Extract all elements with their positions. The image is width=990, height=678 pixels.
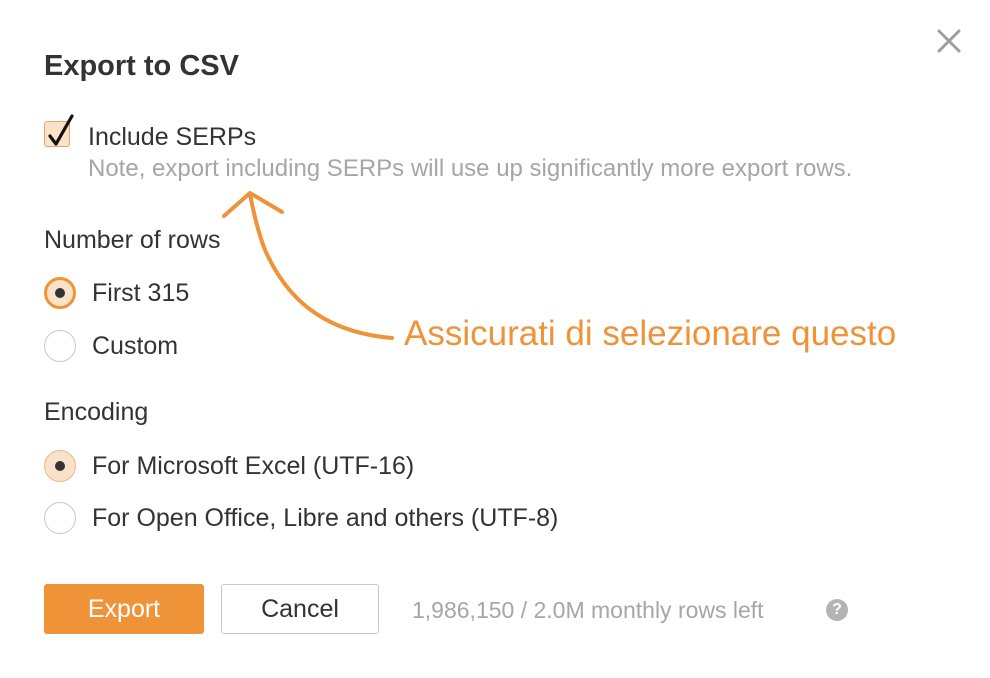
rows-first-radio[interactable]	[44, 277, 76, 309]
number-of-rows-label: Number of rows	[44, 226, 221, 254]
include-serps-note: Note, export including SERPs will use up…	[88, 155, 853, 182]
export-csv-dialog: Export to CSV Include SERPs Note, export…	[0, 0, 990, 678]
encoding-label: Encoding	[44, 398, 149, 426]
export-button[interactable]: Export	[44, 584, 204, 634]
encoding-utf16-label[interactable]: For Microsoft Excel (UTF-16)	[92, 450, 414, 482]
monthly-rows-left: 1,986,150 / 2.0M monthly rows left	[412, 597, 764, 623]
dialog-title: Export to CSV	[44, 50, 239, 82]
encoding-utf8-label[interactable]: For Open Office, Libre and others (UTF-8…	[92, 502, 558, 534]
close-icon[interactable]	[934, 26, 964, 56]
cancel-button[interactable]: Cancel	[221, 584, 379, 634]
encoding-utf8-radio[interactable]	[44, 502, 76, 534]
include-serps-checkbox[interactable]	[44, 114, 74, 147]
radio-dot	[55, 461, 65, 471]
rows-custom-radio[interactable]	[44, 330, 76, 362]
radio-dot	[55, 288, 65, 298]
rows-custom-label[interactable]: Custom	[92, 330, 178, 362]
include-serps-label[interactable]: Include SERPs	[88, 121, 256, 153]
rows-first-label[interactable]: First 315	[92, 277, 189, 309]
annotation-text: Assicurati di selezionare questo	[404, 314, 897, 353]
checkmark-icon	[48, 114, 74, 146]
question-mark-icon[interactable]: ?	[826, 599, 848, 621]
encoding-utf16-radio[interactable]	[44, 450, 76, 482]
